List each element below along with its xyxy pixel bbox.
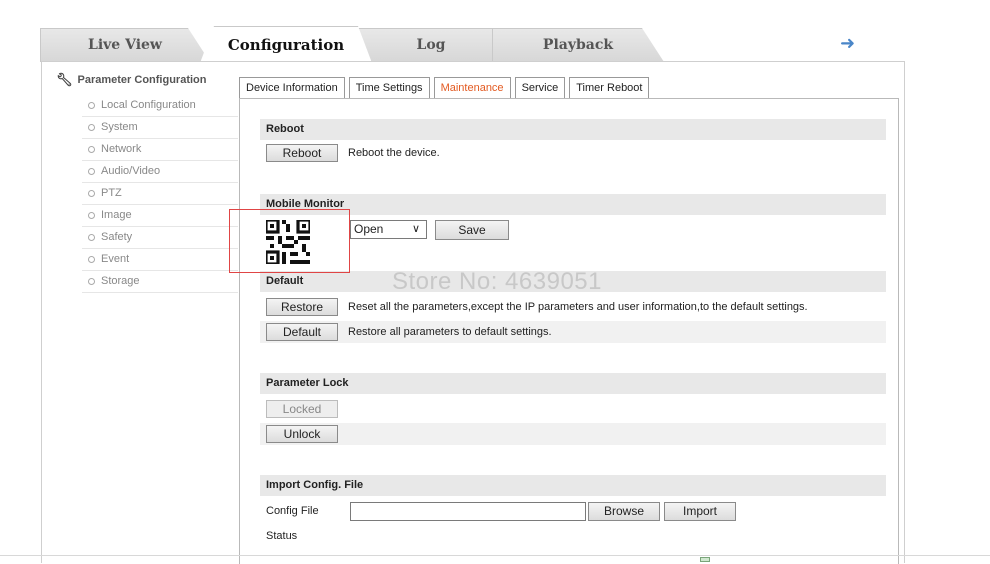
sidebar-item-ptz[interactable]: PTZ [82, 183, 238, 205]
reboot-row: Reboot Reboot the device. [260, 142, 886, 164]
highlight-box [229, 209, 350, 273]
subtab-device-information[interactable]: Device Information [239, 77, 345, 99]
status-label: Status [266, 530, 298, 542]
subtab-service[interactable]: Service [514, 77, 566, 99]
main-frame: 🔧︎ Parameter Configuration Local Configu… [41, 61, 905, 564]
status-strip [700, 557, 710, 562]
bullet-icon [88, 167, 95, 175]
bullet-icon [88, 277, 95, 285]
default-row: Default Restore all parameters to defaul… [260, 321, 886, 343]
reboot-button[interactable]: Reboot [266, 144, 338, 162]
parameter-lock-section-title: Parameter Lock [260, 373, 886, 394]
sidebar-item-audio-video[interactable]: Audio/Video [82, 161, 238, 183]
bullet-icon [88, 145, 95, 153]
subtab-time-settings[interactable]: Time Settings [348, 77, 430, 99]
save-button[interactable]: Save [435, 220, 509, 240]
default-description: Restore all parameters to default settin… [348, 326, 552, 338]
sidebar-item-safety[interactable]: Safety [82, 227, 238, 249]
reboot-section-title: Reboot [260, 119, 886, 140]
import-button[interactable]: Import [664, 502, 736, 521]
config-file-label: Config File [266, 505, 319, 517]
logout-arrow-icon[interactable]: ➜ [840, 33, 855, 54]
subtab-timer-reboot[interactable]: Timer Reboot [569, 77, 650, 99]
mobile-monitor-select[interactable]: Open ∨ [350, 220, 427, 239]
maintenance-panel: Reboot Reboot Reboot the device. Mobile … [239, 98, 899, 564]
tab-configuration[interactable]: Configuration [200, 26, 372, 63]
restore-button[interactable]: Restore [266, 298, 338, 316]
reboot-description: Reboot the device. [348, 147, 440, 159]
sidebar-list: Local Configuration System Network Audio… [82, 95, 238, 293]
sidebar-header: 🔧︎ Parameter Configuration [56, 72, 207, 87]
bullet-icon [88, 255, 95, 263]
status-indicator [700, 557, 710, 562]
tab-playback[interactable]: Playback [492, 28, 664, 62]
browse-button[interactable]: Browse [588, 502, 660, 521]
default-button[interactable]: Default [266, 323, 338, 341]
store-watermark: Store No: 4639051 [392, 268, 602, 295]
subtab-maintenance[interactable]: Maintenance [433, 77, 511, 99]
top-tab-bar: Live View Log Playback Configuration ➜ [40, 26, 904, 62]
restore-row: Restore Reset all the parameters,except … [260, 296, 886, 318]
unlock-button[interactable]: Unlock [266, 425, 338, 443]
sidebar-item-event[interactable]: Event [82, 249, 238, 271]
sidebar-item-image[interactable]: Image [82, 205, 238, 227]
chevron-down-icon: ∨ [411, 223, 420, 235]
status-row: Status [260, 525, 886, 547]
config-file-input[interactable] [350, 502, 586, 521]
import-config-section-title: Import Config. File [260, 475, 886, 496]
mobile-monitor-section-title: Mobile Monitor [260, 194, 886, 215]
subtab-bar: Device Information Time Settings Mainten… [239, 77, 653, 99]
sidebar-item-local-configuration[interactable]: Local Configuration [82, 95, 238, 117]
locked-row: Locked [260, 398, 886, 420]
bullet-icon [88, 123, 95, 131]
config-file-row: Config File Browse Import [260, 500, 886, 522]
tab-live-view[interactable]: Live View [40, 28, 210, 62]
bullet-icon [88, 233, 95, 241]
locked-button: Locked [266, 400, 338, 418]
restore-description: Reset all the parameters,except the IP p… [348, 301, 808, 313]
bullet-icon [88, 101, 95, 109]
sidebar-item-network[interactable]: Network [82, 139, 238, 161]
sidebar-item-storage[interactable]: Storage [82, 271, 238, 293]
bullet-icon [88, 189, 95, 197]
bullet-icon [88, 211, 95, 219]
wrench-icon: 🔧︎ [56, 72, 73, 87]
sidebar-item-system[interactable]: System [82, 117, 238, 139]
unlock-row: Unlock [260, 423, 886, 445]
bottom-divider [0, 555, 990, 556]
